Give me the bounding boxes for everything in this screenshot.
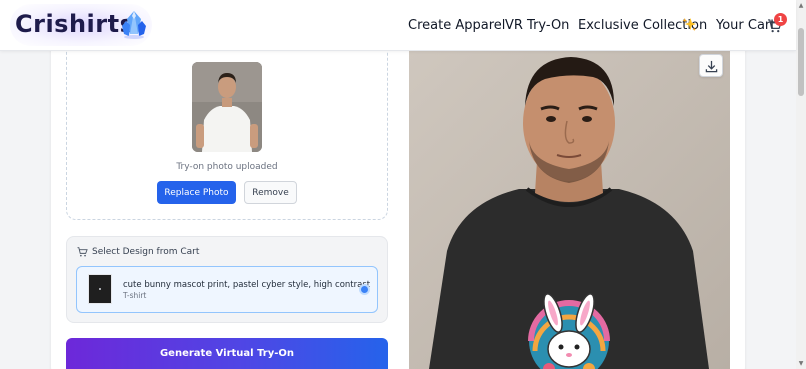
design-selection-title: Select Design from Cart	[92, 247, 200, 257]
cart-icon	[77, 247, 88, 257]
crystal-gem-icon	[122, 11, 146, 39]
person-photo-icon	[192, 62, 262, 152]
scroll-thumb[interactable]	[798, 28, 804, 96]
design-item-name: cute bunny mascot print, pastel cyber st…	[123, 280, 371, 290]
remove-photo-button[interactable]: Remove	[244, 181, 297, 204]
header: Crishirts Create Apparel VR Try-On Exclu…	[0, 0, 796, 51]
generate-try-on-button[interactable]: Generate Virtual Try-On	[66, 338, 388, 369]
scroll-up-arrow-icon[interactable]: ▲	[796, 2, 806, 10]
page-scrollbar[interactable]: ▲ ▼	[796, 0, 806, 369]
design-radio-selected[interactable]	[359, 284, 370, 295]
uploaded-photo-thumbnail	[192, 62, 262, 152]
nav-create-apparel[interactable]: Create Apparel	[408, 18, 505, 33]
design-thumbnail-print	[99, 288, 101, 290]
logo[interactable]: Crishirts	[15, 10, 134, 38]
download-button[interactable]	[699, 54, 723, 77]
scroll-down-arrow-icon[interactable]: ▼	[796, 360, 806, 368]
replace-photo-button[interactable]: Replace Photo	[157, 181, 236, 204]
upload-status-text: Try-on photo uploaded	[176, 162, 278, 172]
try-on-photo-icon	[409, 51, 730, 369]
download-icon	[705, 60, 718, 73]
nav-vr-try-on[interactable]: VR Try-On	[505, 18, 569, 33]
try-on-result-image	[409, 51, 730, 369]
design-item-type: T-shirt	[123, 291, 147, 300]
sparkle-icon	[682, 17, 697, 32]
cart-count-badge: 1	[774, 13, 787, 26]
